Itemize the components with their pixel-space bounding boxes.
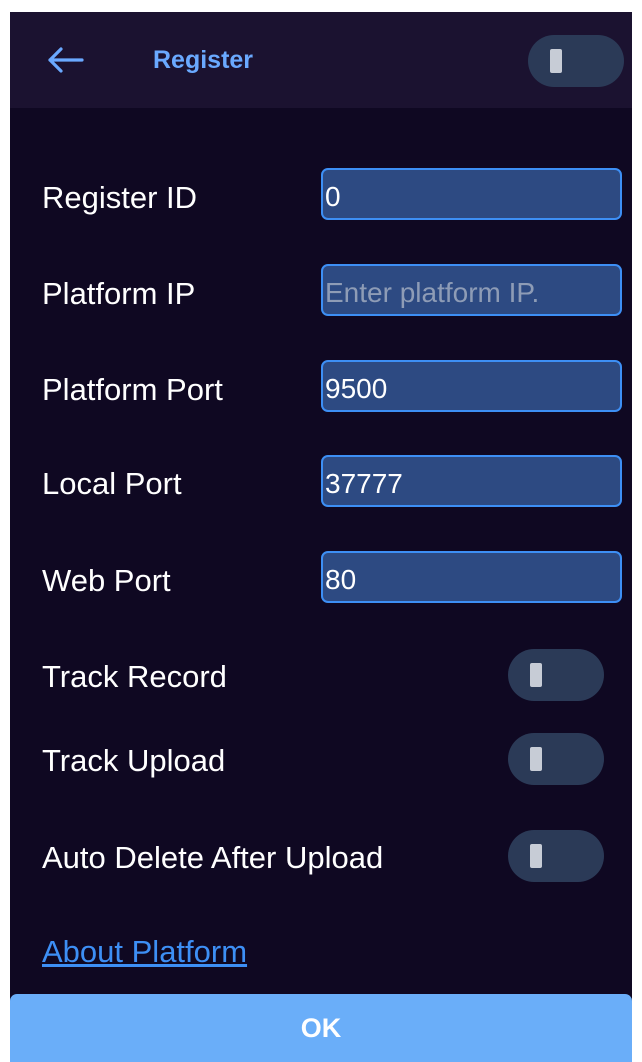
track-record-toggle[interactable]	[508, 649, 604, 701]
toggle-knob	[530, 747, 542, 771]
header-toggle[interactable]	[528, 35, 624, 87]
track-record-label: Track Record	[42, 659, 227, 694]
register-screen: Register Register ID Platform IP Platfor…	[10, 12, 632, 1062]
platform-port-input[interactable]	[321, 360, 622, 412]
platform-ip-input[interactable]	[321, 264, 622, 316]
web-port-label: Web Port	[42, 563, 171, 598]
register-id-label: Register ID	[42, 180, 198, 215]
local-port-input[interactable]	[321, 455, 622, 507]
web-port-input[interactable]	[321, 551, 622, 603]
ok-button[interactable]: OK	[10, 994, 632, 1062]
toggle-knob	[550, 49, 562, 73]
auto-delete-label: Auto Delete After Upload	[42, 840, 384, 875]
track-upload-toggle[interactable]	[508, 733, 604, 785]
about-platform-link[interactable]: About Platform	[42, 932, 247, 972]
toggle-knob	[530, 844, 542, 868]
track-upload-label: Track Upload	[42, 743, 226, 778]
local-port-label: Local Port	[42, 466, 182, 501]
arrow-left-icon[interactable]	[46, 46, 84, 74]
top-bar: Register	[10, 12, 632, 108]
page-title: Register	[153, 46, 254, 74]
platform-ip-label: Platform IP	[42, 276, 196, 311]
register-id-input[interactable]	[321, 168, 622, 220]
toggle-knob	[530, 663, 542, 687]
platform-port-label: Platform Port	[42, 372, 223, 407]
auto-delete-toggle[interactable]	[508, 830, 604, 882]
